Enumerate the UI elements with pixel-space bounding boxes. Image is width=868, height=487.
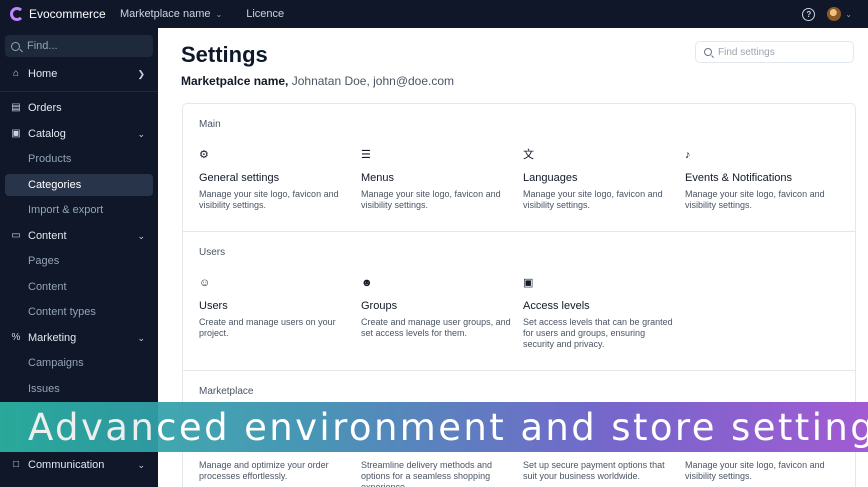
sidebar-search[interactable]: [5, 35, 153, 57]
sidebar-item-label: Home: [28, 68, 58, 80]
card-description: Manage your site logo, favicon and visib…: [361, 189, 501, 210]
marketplace-dropdown[interactable]: Marketplace name ⌄: [120, 8, 222, 20]
page-subtitle: Marketpalce name, Johnatan Doe, john@doe…: [181, 74, 454, 88]
sidebar-item-content-types[interactable]: Content types: [5, 301, 153, 323]
user-icon: ☺: [199, 277, 211, 289]
card-title: Languages: [523, 172, 578, 184]
sidebar-item-label: Communication: [28, 459, 105, 471]
card-menus[interactable]: ☰ Menus Manage your site logo, favicon a…: [361, 149, 511, 211]
sidebar-item-catalog[interactable]: ▣ Catalog ⌄: [5, 123, 153, 145]
card-description: Set access levels that can be granted fo…: [523, 317, 673, 349]
section-title-marketplace: Marketplace: [199, 386, 254, 397]
card-description: Manage your site logo, favicon and visib…: [685, 460, 825, 481]
marketplace-name: Marketpalce name,: [181, 74, 289, 88]
sidebar-item-import-export[interactable]: Import & export: [5, 199, 153, 221]
sidebar-item-content-sub[interactable]: Content: [5, 276, 153, 298]
marketplace-label: Marketplace name: [120, 8, 211, 20]
sidebar-item-marketing[interactable]: % Marketing ⌄: [5, 327, 153, 349]
card-marketplace-payments[interactable]: Set up secure payment options that suit …: [523, 455, 673, 482]
card-description: Manage your site logo, favicon and visib…: [523, 189, 663, 210]
search-icon: [704, 48, 712, 56]
search-input[interactable]: [27, 40, 137, 52]
section-title-users: Users: [199, 247, 226, 258]
menu-icon: ☰: [361, 149, 371, 161]
users-icon: ☻: [361, 277, 373, 289]
sidebar-item-label: Content: [28, 230, 67, 242]
chevron-down-icon: ⌄: [137, 332, 145, 343]
card-marketplace-delivery[interactable]: Streamline delivery methods and options …: [361, 455, 511, 487]
sidebar-item-orders[interactable]: ▤ Orders: [5, 97, 153, 119]
translate-icon: 文: [523, 149, 534, 161]
card-description: Streamline delivery methods and options …: [361, 460, 493, 487]
card-description: Manage and optimize your order processes…: [199, 460, 329, 481]
card-description: Manage your site logo, favicon and visib…: [199, 189, 339, 210]
card-description: Manage your site logo, favicon and visib…: [685, 189, 825, 210]
settings-search[interactable]: [695, 41, 854, 63]
card-languages[interactable]: 文 Languages Manage your site logo, favic…: [523, 149, 673, 211]
user-info: Johnatan Doe, john@doe.com: [291, 74, 455, 88]
home-icon: ⌂: [12, 68, 20, 79]
gear-icon: ⚙: [199, 149, 209, 161]
search-icon: [11, 41, 20, 51]
card-marketplace-other[interactable]: Manage your site logo, favicon and visib…: [685, 455, 835, 482]
bell-icon: ♪: [685, 149, 691, 161]
chat-icon: □: [12, 459, 20, 470]
brand-name: Evocommerce: [29, 7, 106, 21]
card-groups[interactable]: ☻ Groups Create and manage user groups, …: [361, 277, 511, 339]
sidebar-item-content[interactable]: ▭ Content ⌄: [5, 225, 153, 247]
section-divider: [183, 370, 855, 371]
sidebar-item-label: Marketing: [28, 332, 77, 344]
logo-icon: [10, 7, 24, 21]
document-icon: ▭: [11, 230, 21, 241]
chevron-right-icon: ❯: [137, 68, 145, 79]
help-icon[interactable]: ?: [802, 7, 816, 21]
promo-banner: Advanced environment and store settings: [0, 402, 868, 452]
card-events-notifications[interactable]: ♪ Events & Notifications Manage your sit…: [685, 149, 835, 211]
sidebar-item-campaigns[interactable]: Campaigns: [5, 352, 153, 374]
card-title: Groups: [361, 300, 398, 312]
card-title: General settings: [199, 172, 280, 184]
card-description: Set up secure payment options that suit …: [523, 460, 665, 481]
percent-icon: %: [11, 332, 21, 343]
chevron-down-icon: ⌄: [137, 230, 145, 241]
sidebar-item-communication[interactable]: □ Communication ⌄: [5, 454, 153, 476]
section-divider: [183, 231, 855, 232]
card-title: Menus: [361, 172, 395, 184]
catalog-icon: ▣: [11, 128, 21, 139]
sidebar-divider: [0, 91, 158, 92]
card-access-levels[interactable]: ▣ Access levels Set access levels that c…: [523, 277, 673, 350]
sidebar-item-label: Orders: [28, 102, 62, 114]
settings-search-input[interactable]: [718, 46, 848, 58]
sidebar-item-home[interactable]: ⌂ Home ❯: [5, 63, 153, 85]
page-title: Settings: [181, 42, 268, 67]
banner-text: Advanced environment and store settings: [28, 405, 868, 449]
card-description: Create and manage user groups, and set a…: [361, 317, 511, 338]
brand-logo[interactable]: Evocommerce: [10, 7, 120, 21]
card-users[interactable]: ☺ Users Create and manage users on your …: [199, 277, 349, 339]
card-marketplace-orders[interactable]: Manage and optimize your order processes…: [199, 455, 349, 482]
lock-icon: ▣: [523, 277, 534, 289]
card-title: Events & Notifications: [685, 172, 792, 184]
sidebar-item-issues[interactable]: Issues: [5, 378, 153, 400]
card-general-settings[interactable]: ⚙ General settings Manage your site logo…: [199, 149, 349, 211]
section-title-main: Main: [199, 119, 221, 130]
cart-icon: ▤: [11, 102, 21, 113]
sidebar-item-label: Catalog: [28, 128, 66, 140]
chevron-down-icon[interactable]: ⌄: [845, 10, 852, 19]
avatar[interactable]: [827, 7, 842, 21]
chevron-down-icon: ⌄: [137, 459, 145, 470]
sidebar-item-categories[interactable]: Categories: [5, 174, 153, 196]
chevron-down-icon: ⌄: [215, 9, 223, 19]
top-bar: Evocommerce Marketplace name ⌄ Licence ?…: [0, 0, 868, 28]
sidebar-item-products[interactable]: Products: [5, 148, 153, 170]
licence-link[interactable]: Licence: [246, 8, 284, 20]
chevron-down-icon: ⌄: [137, 128, 145, 139]
card-description: Create and manage users on your project.: [199, 317, 336, 338]
sidebar-item-pages[interactable]: Pages: [5, 250, 153, 272]
card-title: Access levels: [523, 300, 590, 312]
card-title: Users: [199, 300, 228, 312]
